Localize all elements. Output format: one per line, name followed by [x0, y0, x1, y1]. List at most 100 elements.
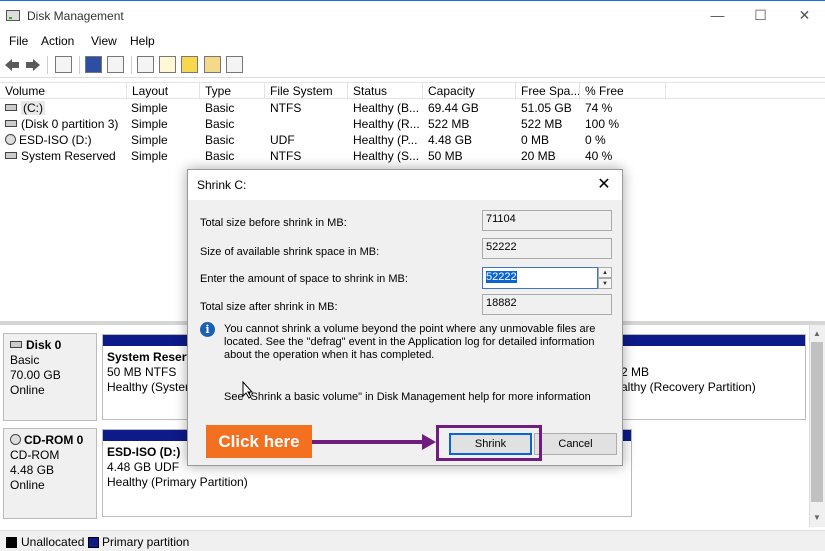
- table-cell: Healthy (S...: [353, 149, 420, 163]
- search-folder-icon[interactable]: [204, 56, 221, 73]
- table-row[interactable]: (Disk 0 partition 3) Simple Basic Health…: [0, 116, 825, 132]
- minimize-button[interactable]: —: [695, 1, 740, 31]
- dialog-title: Shrink C:: [197, 178, 247, 192]
- spin-up-icon[interactable]: ▲: [598, 267, 612, 278]
- volume-name: (C:): [21, 101, 45, 115]
- connect-icon[interactable]: [137, 56, 154, 73]
- column-percent-free[interactable]: % Free: [580, 83, 666, 99]
- total-after-label: Total size after shrink in MB:: [200, 301, 338, 313]
- partition-name: System Reserv: [107, 350, 194, 364]
- table-row[interactable]: System Reserved Simple Basic NTFS Health…: [0, 148, 825, 164]
- shrink-amount-input[interactable]: 52222: [482, 267, 598, 289]
- shrink-dialog: Shrink C: ✕ Total size before shrink in …: [187, 169, 623, 466]
- shrink-amount-value: 52222: [486, 271, 517, 283]
- volume-name: (Disk 0 partition 3): [21, 117, 119, 131]
- partition-status: Healthy (Primary Partition): [107, 475, 248, 489]
- available-space-label: Size of available shrink space in MB:: [200, 246, 380, 258]
- menu-help[interactable]: Help: [130, 34, 155, 48]
- table-cell: Simple: [131, 133, 168, 147]
- annotation-arrow-icon: [312, 434, 436, 450]
- table-row[interactable]: (C:) Simple Basic NTFS Healthy (B... 69.…: [0, 100, 825, 116]
- table-cell: 69.44 GB: [428, 101, 479, 115]
- back-arrow-icon[interactable]: [4, 58, 20, 72]
- table-cell: NTFS: [270, 101, 302, 115]
- column-layout[interactable]: Layout: [127, 83, 200, 99]
- column-status[interactable]: Status: [348, 83, 423, 99]
- menu-action[interactable]: Action: [41, 34, 74, 48]
- legend-bar: Unallocated Primary partition: [0, 530, 825, 551]
- mouse-cursor-icon: [242, 381, 254, 399]
- cancel-button[interactable]: Cancel: [534, 433, 617, 455]
- table-cell: 4.48 GB: [428, 133, 473, 147]
- toolbar: [0, 52, 825, 78]
- table-cell: Simple: [131, 101, 168, 115]
- disk-size: 4.48 GB: [10, 463, 55, 477]
- cd-rom-icon: [10, 434, 21, 445]
- properties-icon[interactable]: [107, 56, 124, 73]
- scrollbar-thumb[interactable]: [811, 342, 823, 502]
- dialog-close-icon[interactable]: ✕: [590, 173, 618, 197]
- column-volume[interactable]: Volume: [0, 83, 127, 99]
- primary-partition-swatch: [88, 537, 99, 548]
- spin-down-icon[interactable]: ▼: [598, 278, 612, 289]
- column-capacity[interactable]: Capacity: [423, 83, 516, 99]
- partition-detail: 50 MB NTFS: [107, 365, 177, 379]
- toolbar-separator: [131, 56, 132, 74]
- disk-0-label[interactable]: Disk 0 Basic 70.00 GB Online: [3, 333, 97, 421]
- legend-primary-partition: Primary partition: [102, 535, 190, 549]
- table-cell: Basic: [205, 149, 235, 163]
- table-cell: Simple: [131, 149, 168, 163]
- cd-rom-icon: [5, 134, 16, 145]
- folder-up-icon[interactable]: [181, 56, 198, 73]
- menu-view[interactable]: View: [91, 34, 117, 48]
- cd-rom-0-label[interactable]: CD-ROM 0 CD-ROM 4.48 GB Online: [3, 428, 97, 519]
- table-cell: 74 %: [585, 101, 613, 115]
- table-cell: 20 MB: [521, 149, 556, 163]
- table-row[interactable]: ESD-ISO (D:) Simple Basic UDF Healthy (P…: [0, 132, 825, 148]
- table-cell: Basic: [205, 101, 235, 115]
- partition-status: Healthy (System: [107, 380, 196, 394]
- scroll-down-icon[interactable]: ▼: [809, 510, 825, 526]
- partition-status: althy (Recovery Partition): [621, 380, 756, 394]
- forward-arrow-icon[interactable]: [25, 58, 41, 72]
- info-message: You cannot shrink a volume beyond the po…: [224, 323, 596, 361]
- legend-unallocated: Unallocated: [21, 535, 85, 549]
- partition-detail: 2 MB: [621, 365, 650, 379]
- table-cell: Simple: [131, 117, 168, 131]
- close-button[interactable]: ✕: [782, 1, 825, 31]
- disk-state: Online: [10, 478, 45, 492]
- dialog-title-bar: Shrink C: ✕: [188, 170, 622, 200]
- menu-bar: File Action View Help: [0, 30, 825, 52]
- table-cell: 522 MB: [428, 117, 470, 131]
- table-cell: 522 MB: [521, 117, 563, 131]
- scroll-up-icon[interactable]: ▲: [809, 326, 825, 342]
- disk-name: Disk 0: [26, 338, 62, 352]
- total-before-field: 71104: [482, 210, 612, 231]
- maximize-button[interactable]: ☐: [738, 1, 783, 31]
- click-here-callout: Click here: [206, 425, 312, 458]
- table-cell: Healthy (B...: [353, 101, 420, 115]
- shrink-amount-label: Enter the amount of space to shrink in M…: [200, 273, 408, 285]
- disk-kind: CD-ROM: [10, 448, 60, 462]
- column-free-space[interactable]: Free Spa...: [516, 83, 580, 99]
- available-space-field: 52222: [482, 238, 612, 259]
- table-cell: 0 MB: [521, 133, 550, 147]
- drive-icon: [5, 120, 17, 127]
- console-tree-icon[interactable]: [55, 56, 72, 73]
- drive-icon: [5, 152, 17, 159]
- settings-list-icon[interactable]: [226, 56, 243, 73]
- column-type[interactable]: Type: [200, 83, 265, 99]
- checklist-icon[interactable]: [159, 56, 176, 73]
- table-cell: 40 %: [585, 149, 613, 163]
- table-cell: NTFS: [270, 149, 302, 163]
- title-bar: Disk Management — ☐ ✕: [0, 0, 825, 30]
- volume-name: System Reserved: [21, 149, 116, 163]
- info-icon: i: [200, 322, 215, 337]
- menu-file[interactable]: File: [9, 34, 28, 48]
- partition-bar: [591, 335, 805, 346]
- drive-icon: [10, 341, 22, 348]
- column-file-system[interactable]: File System: [265, 83, 348, 99]
- help-icon[interactable]: [85, 56, 102, 73]
- disk-name: CD-ROM 0: [24, 433, 84, 447]
- table-cell: 51.05 GB: [521, 101, 572, 115]
